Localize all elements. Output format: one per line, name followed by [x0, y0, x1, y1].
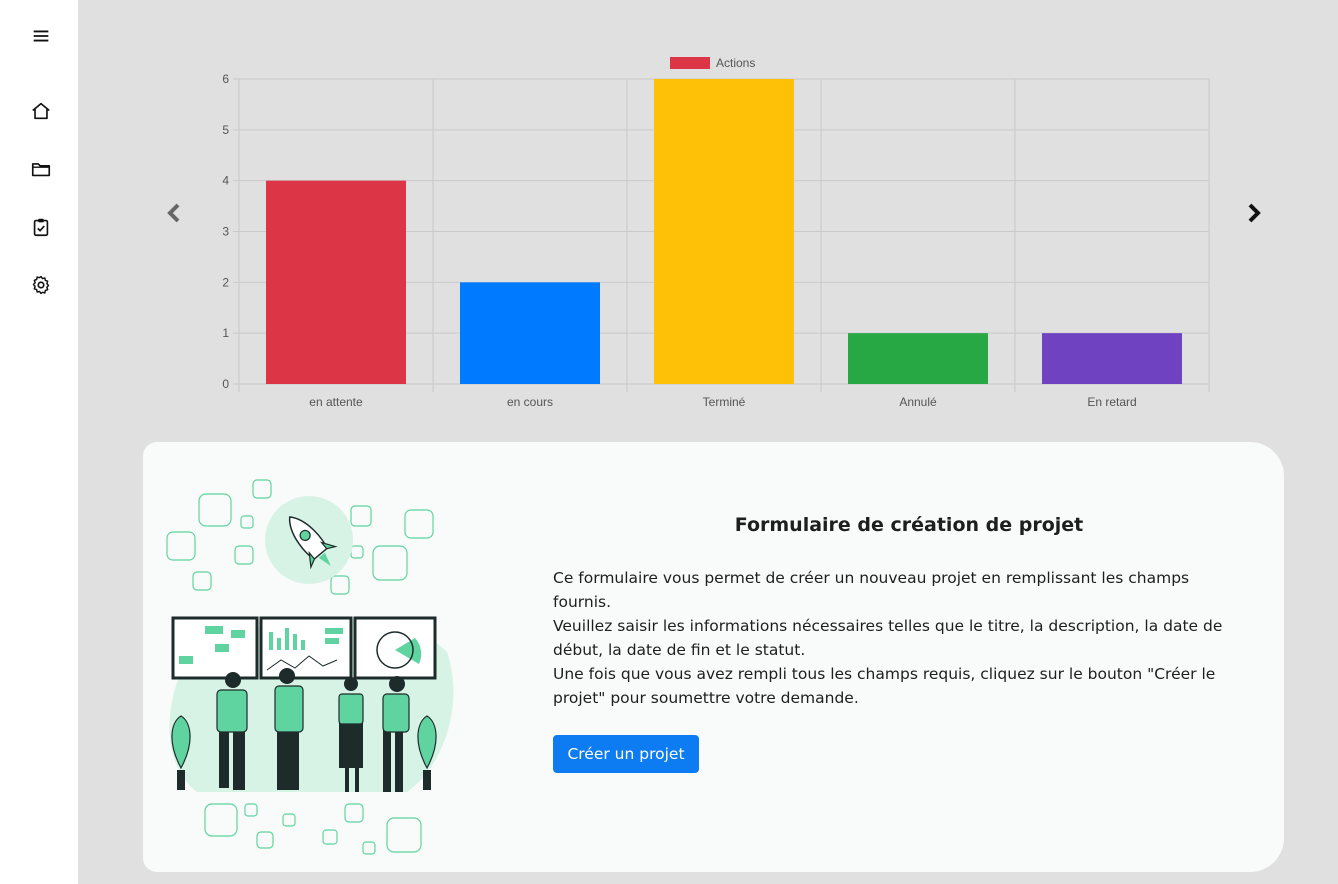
- create-project-button[interactable]: Créer un projet: [553, 735, 699, 773]
- y-tick-label: 3: [222, 225, 229, 239]
- y-tick-label: 5: [222, 123, 229, 137]
- clipboard-check-icon[interactable]: [27, 213, 55, 241]
- gear-icon[interactable]: [27, 271, 55, 299]
- chevron-right-icon: [1248, 203, 1261, 223]
- carousel-prev-button[interactable]: [162, 200, 186, 226]
- x-tick-label: Annulé: [899, 395, 937, 409]
- description-paragraph-1: Ce formulaire vous permet de créer un no…: [553, 569, 1190, 611]
- card-description: Ce formulaire vous permet de créer un no…: [553, 566, 1243, 710]
- bar-5: [1042, 333, 1182, 384]
- bar-4: [848, 333, 988, 384]
- main-content: 0 1 2 3 4 5 6 en attente en cours Terminé Annulé En…: [78, 0, 1338, 884]
- folder-icon[interactable]: [27, 155, 55, 183]
- chevron-left-icon: [167, 203, 180, 223]
- project-form-card: Formulaire de création de projet Ce form…: [143, 442, 1284, 872]
- legend-label: Actions: [716, 56, 755, 70]
- x-tick-label: En retard: [1087, 395, 1136, 409]
- y-tick-label: 2: [222, 275, 229, 289]
- home-icon[interactable]: [27, 97, 55, 125]
- bar-3: [654, 79, 794, 384]
- x-tick-label: en attente: [309, 395, 363, 409]
- bar-1: [266, 180, 406, 384]
- y-tick-label: 0: [222, 377, 229, 391]
- description-paragraph-3: Une fois que vous avez rempli tous les c…: [553, 665, 1216, 707]
- x-tick-label: en cours: [507, 395, 553, 409]
- bar-2: [460, 282, 600, 384]
- card-title: Formulaire de création de projet: [734, 514, 1084, 536]
- carousel-next-button[interactable]: [1242, 200, 1266, 226]
- description-paragraph-2: Veuillez saisir les informations nécessa…: [553, 617, 1223, 659]
- hamburger-menu-icon[interactable]: [27, 22, 55, 50]
- sidebar: [0, 0, 78, 884]
- legend-swatch: [670, 57, 710, 69]
- y-tick-label: 4: [222, 174, 229, 188]
- y-tick-label: 6: [222, 72, 229, 86]
- y-tick-label: 1: [222, 326, 229, 340]
- team-dashboard-illustration: [166, 479, 454, 855]
- x-tick-label: Terminé: [703, 395, 746, 409]
- bar-chart: 0 1 2 3 4 5 6 en attente en cours Terminé Annulé En…: [222, 56, 1210, 409]
